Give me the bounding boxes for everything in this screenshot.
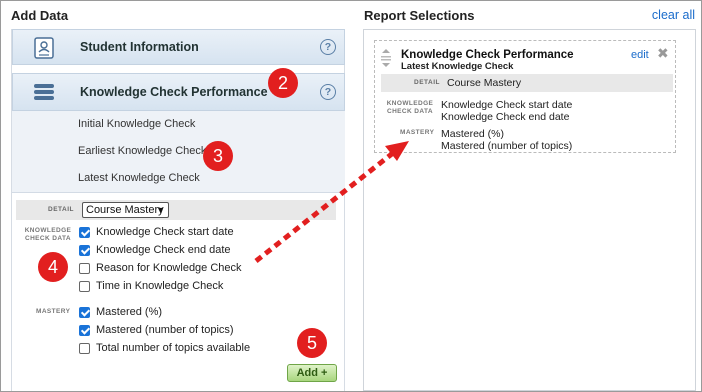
id-card-icon	[34, 37, 54, 59]
clear-all-link[interactable]: clear all	[652, 8, 695, 22]
checkbox-unchecked[interactable]	[79, 280, 90, 292]
card-kcd-value: Knowledge Check end date	[441, 111, 570, 123]
checkbox-option[interactable]: Mastered (%)	[79, 305, 162, 319]
checkbox-unchecked[interactable]	[79, 262, 90, 274]
checkbox-label: Total number of topics available	[96, 342, 251, 354]
card-detail-bar: DETAIL Course Mastery	[381, 74, 673, 92]
card-detail-label: DETAIL	[414, 79, 440, 86]
detail-label: DETAIL	[48, 206, 74, 213]
checkbox-option[interactable]: Mastered (number of topics)	[79, 323, 234, 337]
help-icon[interactable]: ?	[320, 84, 336, 100]
section-label: Knowledge Check Performance	[80, 85, 268, 99]
annotation-badge-3: 3	[203, 141, 233, 171]
detail-bar: DETAIL Course Mastery ▼	[16, 200, 336, 220]
sub-item-earliest-knowledge-check[interactable]: Earliest Knowledge Check	[12, 138, 345, 166]
card-kcd-value: Knowledge Check start date	[441, 99, 573, 111]
detail-selected-value: Course Mastery	[86, 204, 164, 216]
sub-item-initial-knowledge-check[interactable]: Initial Knowledge Check	[12, 111, 345, 139]
annotation-badge-5: 5	[297, 328, 327, 358]
selection-card[interactable]: Knowledge Check Performance Latest Knowl…	[374, 40, 676, 153]
card-subtitle: Latest Knowledge Check	[401, 61, 514, 72]
drag-handle-icon[interactable]	[380, 48, 392, 68]
sub-item-latest-knowledge-check[interactable]: Latest Knowledge Check	[12, 165, 345, 193]
report-selections-panel: Knowledge Check Performance Latest Knowl…	[363, 29, 696, 391]
checkbox-label: Knowledge Check start date	[96, 226, 234, 238]
card-mastery-value: Mastered (number of topics)	[441, 140, 573, 152]
close-icon[interactable]: ✖	[657, 45, 669, 62]
checkbox-option[interactable]: Reason for Knowledge Check	[79, 261, 242, 275]
card-kcd-label: KNOWLEDGE CHECK DATA	[386, 100, 434, 115]
add-data-title: Add Data	[11, 8, 69, 23]
checkbox-label: Mastered (%)	[96, 306, 163, 318]
annotation-badge-4: 4	[38, 252, 68, 282]
chevron-down-icon: ▼	[156, 205, 165, 215]
checkbox-option[interactable]: Total number of topics available	[79, 341, 250, 355]
checkbox-label: Mastered (number of topics)	[96, 324, 234, 336]
section-student-information[interactable]: Student Information ?	[12, 29, 345, 65]
annotation-badge-2: 2	[268, 68, 298, 98]
knowledge-check-data-label: KNOWLEDGE CHECK DATA	[24, 227, 72, 242]
checkbox-unchecked[interactable]	[79, 342, 90, 354]
help-icon[interactable]: ?	[320, 39, 336, 55]
edit-link[interactable]: edit	[631, 49, 649, 61]
checkbox-checked[interactable]	[79, 226, 90, 238]
checkbox-option[interactable]: Knowledge Check end date	[79, 243, 231, 257]
checkbox-checked[interactable]	[79, 324, 90, 336]
report-selections-title: Report Selections	[364, 8, 475, 23]
checkbox-option[interactable]: Time in Knowledge Check	[79, 279, 223, 293]
list-icon	[34, 84, 54, 100]
checkbox-label: Reason for Knowledge Check	[96, 262, 242, 274]
checkbox-label: Time in Knowledge Check	[96, 280, 224, 292]
checkbox-checked[interactable]	[79, 306, 90, 318]
checkbox-option[interactable]: Knowledge Check start date	[79, 225, 234, 239]
checkbox-checked[interactable]	[79, 244, 90, 256]
checkbox-label: Knowledge Check end date	[96, 244, 231, 256]
mastery-label: MASTERY	[36, 308, 71, 315]
detail-select[interactable]: Course Mastery ▼	[82, 202, 169, 218]
card-detail-value: Course Mastery	[447, 77, 522, 89]
add-button[interactable]: Add +	[287, 364, 337, 382]
card-mastery-label: MASTERY	[400, 129, 435, 136]
card-mastery-value: Mastered (%)	[441, 128, 505, 140]
section-label: Student Information	[80, 40, 199, 54]
card-title: Knowledge Check Performance	[401, 49, 574, 61]
